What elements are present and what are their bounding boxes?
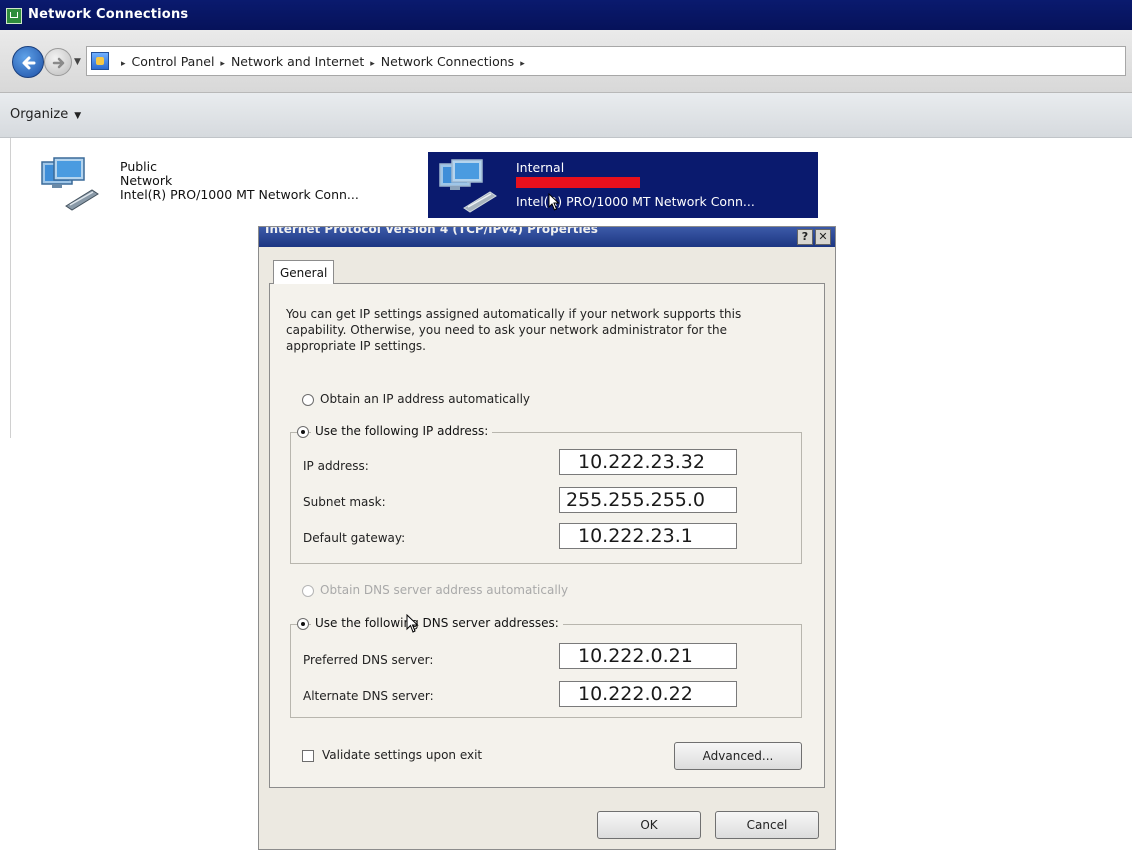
general-tab-panel: You can get IP settings assigned automat… <box>269 283 825 788</box>
use-following-ip-radio[interactable] <box>297 426 309 438</box>
breadcrumb: ▸ Control Panel ▸ Network and Internet ▸ Netw… <box>115 54 531 69</box>
default-gateway-field[interactable] <box>559 523 737 549</box>
address-box[interactable]: ▸ Control Panel ▸ Network and Internet ▸ Netw… <box>86 46 1126 76</box>
breadcrumb-root-chevron-icon[interactable]: ▸ <box>121 59 126 69</box>
alternate-dns-label: Alternate DNS server: <box>303 689 434 703</box>
network-connections-icon <box>6 8 22 24</box>
advanced-button[interactable]: Advanced... <box>674 742 802 770</box>
connection-status-redacted <box>516 177 640 188</box>
dns-server-group: Use the following DNS server addresses: … <box>290 616 802 718</box>
alternate-dns-field[interactable] <box>559 681 737 707</box>
control-panel-icon <box>91 52 109 70</box>
obtain-dns-automatically-label[interactable]: Obtain DNS server address automatically <box>320 583 568 597</box>
forward-button[interactable] <box>44 48 72 76</box>
connection-item-internal[interactable]: Internal Intel(R) PRO/1000 MT Network Co… <box>428 152 818 218</box>
breadcrumb-chevron-icon[interactable]: ▸ <box>370 59 375 69</box>
ip-address-group: Use the following IP address: IP address… <box>290 424 802 564</box>
ip-address-field[interactable] <box>559 449 737 475</box>
breadcrumb-network-and-internet[interactable]: Network and Internet <box>231 54 364 69</box>
breadcrumb-network-connections[interactable]: Network Connections <box>381 54 514 69</box>
connection-status: Network <box>120 173 173 188</box>
connection-adapter: Intel(R) PRO/1000 MT Network Conn... <box>120 187 359 202</box>
command-bar: Organize ▼ <box>0 93 1132 138</box>
address-bar-area: ▼ ▸ Control Panel ▸ Network and Internet ▸ Ne… <box>0 30 1132 93</box>
chevron-down-icon: ▼ <box>74 111 82 121</box>
breadcrumb-chevron-icon[interactable]: ▸ <box>520 59 525 69</box>
ip-address-label: IP address: <box>303 459 369 473</box>
preferred-dns-label: Preferred DNS server: <box>303 653 434 667</box>
organize-label: Organize <box>10 107 69 122</box>
back-arrow-icon <box>22 56 36 70</box>
intro-text: You can get IP settings assigned automat… <box>286 307 742 353</box>
back-button[interactable] <box>12 46 44 78</box>
window-title-bar: Network Connections <box>0 0 1132 30</box>
dialog-title-bar: Internet Protocol Version 4 (TCP/IPv4) P… <box>259 227 835 247</box>
breadcrumb-chevron-icon[interactable]: ▸ <box>220 59 225 69</box>
connection-item-public[interactable]: Public Network Intel(R) PRO/1000 MT Netw… <box>36 152 416 214</box>
connection-adapter: Intel(R) PRO/1000 MT Network Conn... <box>516 194 755 209</box>
subnet-mask-label: Subnet mask: <box>303 495 386 509</box>
obtain-ip-automatically-radio[interactable] <box>302 394 314 406</box>
network-adapter-icon <box>41 157 99 211</box>
dialog-title: Internet Protocol Version 4 (TCP/IPv4) P… <box>265 227 598 236</box>
validate-settings-checkbox[interactable] <box>302 750 314 762</box>
window-title: Network Connections <box>28 7 189 22</box>
connection-text-public: Public Network Intel(R) PRO/1000 MT Netw… <box>120 160 359 202</box>
default-gateway-label: Default gateway: <box>303 531 406 545</box>
cancel-button[interactable]: Cancel <box>715 811 819 839</box>
organize-menu-button[interactable]: Organize ▼ <box>10 107 81 122</box>
use-following-ip-label[interactable]: Use the following IP address: <box>311 424 493 438</box>
breadcrumb-control-panel[interactable]: Control Panel <box>132 54 215 69</box>
subnet-mask-field[interactable] <box>559 487 737 513</box>
ok-button[interactable]: OK <box>597 811 701 839</box>
use-following-dns-label[interactable]: Use the following DNS server addresses: <box>311 616 563 630</box>
help-button[interactable]: ? <box>797 229 813 245</box>
use-following-dns-radio[interactable] <box>297 618 309 630</box>
tab-general[interactable]: General <box>273 260 335 284</box>
pane-divider <box>10 138 11 438</box>
forward-arrow-icon <box>52 57 65 69</box>
close-button[interactable]: ✕ <box>815 229 831 245</box>
preferred-dns-field[interactable] <box>559 643 737 669</box>
obtain-ip-automatically-label[interactable]: Obtain an IP address automatically <box>320 392 530 406</box>
ipv4-properties-dialog: Internet Protocol Version 4 (TCP/IPv4) P… <box>258 226 836 850</box>
connection-name: Public <box>120 159 157 174</box>
obtain-dns-automatically-radio[interactable] <box>302 585 314 597</box>
network-adapter-icon <box>439 159 497 213</box>
recent-pages-dropdown-icon[interactable]: ▼ <box>74 57 81 67</box>
validate-settings-label[interactable]: Validate settings upon exit <box>322 748 482 762</box>
connection-name: Internal <box>516 160 565 175</box>
